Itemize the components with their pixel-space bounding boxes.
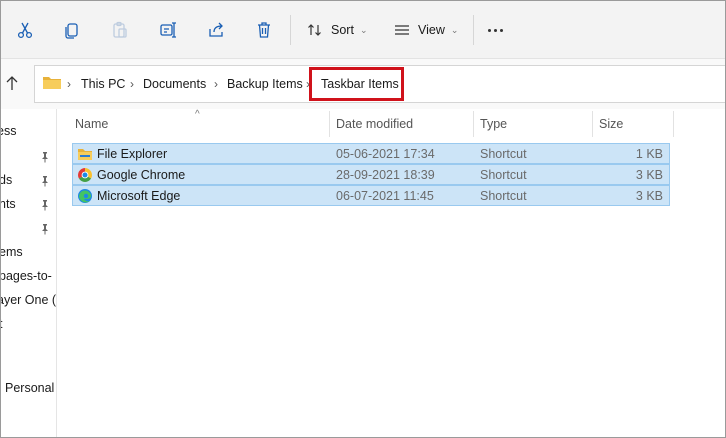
file-row[interactable]: Google Chrome 28-09-2021 18:39 Shortcut … bbox=[72, 164, 670, 185]
chrome-icon bbox=[77, 167, 93, 183]
sort-button[interactable]: Sort ⌄ bbox=[307, 18, 367, 42]
file-name: File Explorer bbox=[97, 147, 168, 161]
trash-icon[interactable] bbox=[253, 18, 275, 42]
column-divider[interactable] bbox=[673, 111, 674, 137]
sort-caret-icon: ^ bbox=[195, 109, 200, 120]
up-arrow-icon[interactable] bbox=[5, 75, 19, 94]
scissors-icon[interactable] bbox=[14, 18, 36, 42]
nav-item[interactable]: pages-to- bbox=[1, 269, 52, 283]
chevron-down-icon: ⌄ bbox=[450, 24, 459, 35]
sort-icon bbox=[308, 24, 321, 36]
column-divider[interactable] bbox=[592, 111, 593, 137]
file-type: Shortcut bbox=[480, 168, 527, 182]
navigation-pane: ess ds nts ems pages-to- ayer One ( t Pe… bbox=[1, 109, 57, 437]
column-divider[interactable] bbox=[329, 111, 330, 137]
command-bar: Sort ⌄ View ⌄ bbox=[1, 1, 725, 59]
file-row[interactable]: File Explorer 05-06-2021 17:34 Shortcut … bbox=[72, 143, 670, 164]
pin-icon[interactable] bbox=[39, 223, 51, 235]
file-type: Shortcut bbox=[480, 189, 527, 203]
file-row[interactable]: Microsoft Edge 06-07-2021 11:45 Shortcut… bbox=[72, 185, 670, 206]
nav-item[interactable]: ds bbox=[1, 173, 12, 187]
chevron-right-icon[interactable]: › bbox=[130, 77, 134, 91]
file-size: 1 KB bbox=[635, 147, 663, 161]
sort-label: Sort bbox=[331, 23, 354, 37]
pin-icon[interactable] bbox=[39, 199, 51, 211]
file-date: 06-07-2021 11:45 bbox=[336, 189, 434, 203]
column-header-date[interactable]: Date modified bbox=[336, 117, 413, 131]
chevron-right-icon: › bbox=[67, 77, 71, 91]
nav-item[interactable]: ayer One ( bbox=[1, 293, 56, 307]
file-type: Shortcut bbox=[480, 147, 527, 161]
file-date: 05-06-2021 17:34 bbox=[336, 147, 435, 161]
pin-icon[interactable] bbox=[39, 151, 51, 163]
nav-item[interactable]: ems bbox=[1, 245, 23, 259]
file-name: Google Chrome bbox=[97, 168, 186, 182]
column-header-type[interactable]: Type bbox=[480, 117, 507, 131]
file-size: 3 KB bbox=[635, 168, 663, 182]
pin-icon[interactable] bbox=[39, 175, 51, 187]
rename-icon[interactable] bbox=[157, 18, 179, 42]
breadcrumb-backup-items[interactable]: Backup Items bbox=[227, 77, 303, 91]
highlight-box bbox=[309, 67, 404, 101]
chevron-right-icon[interactable]: › bbox=[214, 77, 218, 91]
file-explorer-window: Sort ⌄ View ⌄ › This PC › Documents › Ba… bbox=[0, 0, 726, 438]
nav-item[interactable]: Personal bbox=[5, 381, 54, 395]
breadcrumb-this-pc[interactable]: This PC bbox=[81, 77, 125, 91]
nav-item[interactable]: ess bbox=[1, 124, 16, 138]
file-explorer-icon bbox=[77, 146, 93, 162]
toolbar-divider bbox=[473, 15, 474, 45]
column-divider[interactable] bbox=[473, 111, 474, 137]
paste-icon[interactable] bbox=[109, 18, 131, 42]
view-label: View bbox=[418, 23, 445, 37]
toolbar-divider bbox=[290, 15, 291, 45]
copy-icon[interactable] bbox=[61, 18, 83, 42]
view-button[interactable]: View ⌄ bbox=[394, 18, 458, 42]
column-header-size[interactable]: Size bbox=[599, 117, 623, 131]
breadcrumb-documents[interactable]: Documents bbox=[143, 77, 206, 91]
nav-item[interactable]: t bbox=[1, 317, 2, 331]
file-date: 28-09-2021 18:39 bbox=[336, 168, 435, 182]
share-icon[interactable] bbox=[205, 18, 227, 42]
file-size: 3 KB bbox=[635, 189, 663, 203]
view-icon bbox=[395, 25, 409, 35]
folder-icon bbox=[42, 74, 62, 93]
nav-item[interactable]: nts bbox=[1, 197, 16, 211]
ellipsis-icon[interactable] bbox=[488, 29, 503, 32]
file-name: Microsoft Edge bbox=[97, 189, 181, 203]
chevron-down-icon: ⌄ bbox=[359, 24, 368, 35]
edge-icon bbox=[77, 188, 93, 204]
column-header-name[interactable]: Name bbox=[75, 117, 108, 131]
